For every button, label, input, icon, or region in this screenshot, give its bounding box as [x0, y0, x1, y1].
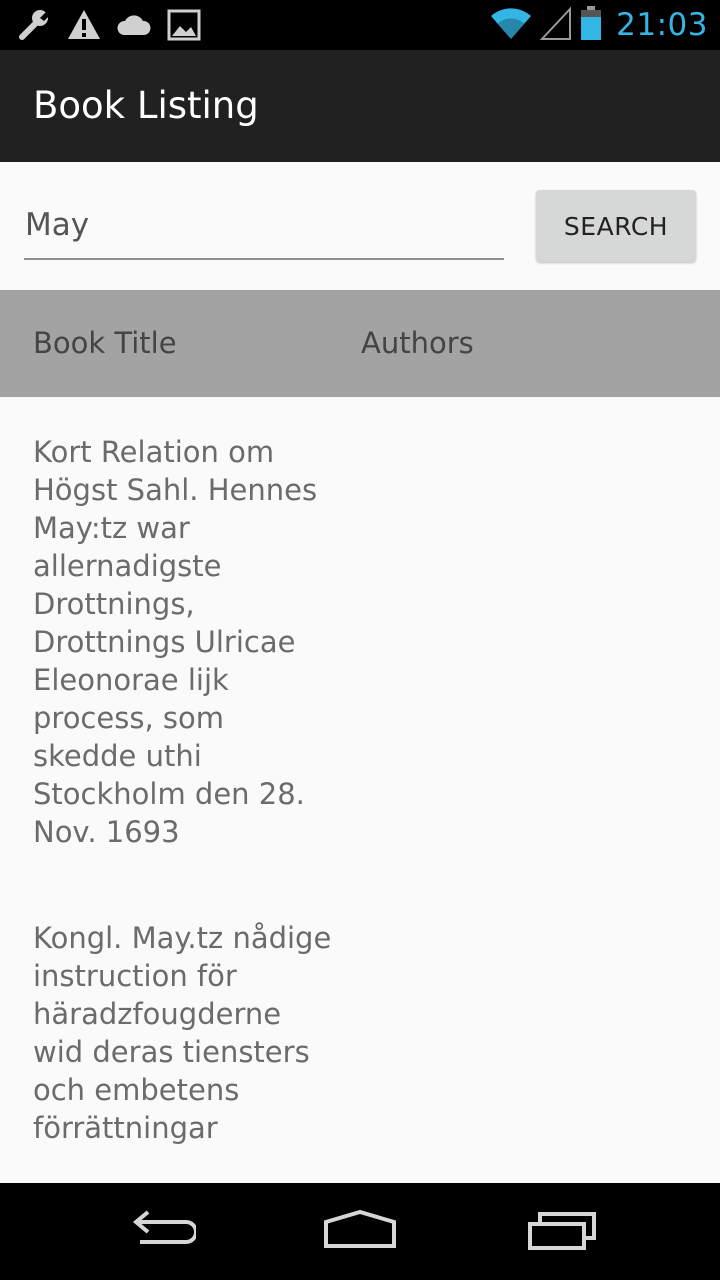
column-header-book-title: Book Title [33, 326, 177, 360]
recents-icon [526, 1208, 598, 1256]
book-row[interactable]: Kongl. May.tz nådige instruction för här… [0, 887, 720, 1183]
clock: 21:03 [616, 7, 708, 43]
notification-icons [16, 6, 202, 44]
back-button[interactable] [110, 1203, 210, 1261]
signal-icon [539, 5, 572, 45]
app-title: Book Listing [33, 84, 259, 127]
recents-button[interactable] [512, 1203, 612, 1261]
wifi-icon [490, 5, 532, 45]
home-button[interactable] [310, 1203, 410, 1261]
search-button[interactable]: SEARCH [536, 190, 696, 262]
navigation-bar [0, 1183, 720, 1280]
book-title: Kort Relation om Högst Sahl. Hennes May:… [33, 435, 318, 849]
status-bar: 21:03 [0, 0, 720, 50]
table-header: Book Title Authors [0, 290, 720, 397]
back-icon [124, 1208, 198, 1256]
system-indicators: 21:03 [490, 4, 708, 46]
book-row[interactable]: Kort Relation om Högst Sahl. Hennes May:… [0, 397, 720, 887]
home-icon [322, 1208, 398, 1256]
search-input[interactable] [24, 198, 504, 260]
column-header-authors: Authors [361, 326, 474, 360]
action-bar: Book Listing [0, 50, 720, 162]
book-list[interactable]: Kort Relation om Högst Sahl. Hennes May:… [0, 397, 720, 1183]
battery-icon [580, 5, 602, 45]
wrench-icon [16, 7, 52, 43]
warning-icon [66, 7, 102, 43]
book-title: Kongl. May.tz nådige instruction för här… [33, 921, 332, 1145]
image-icon [166, 7, 202, 43]
cloud-icon [116, 7, 152, 43]
